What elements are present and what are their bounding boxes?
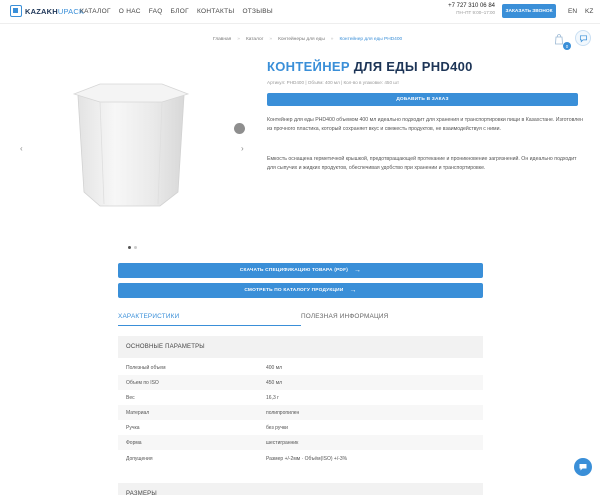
spec-row: Объем по ISO 450 мл <box>118 375 483 390</box>
breadcrumb-catalog[interactable]: Каталог <box>246 37 263 42</box>
spec-key: Объем по ISO <box>126 379 159 386</box>
download-spec-label: СКАЧАТЬ СПЕЦИФИКАЦИЮ ТОВАРА (PDF) <box>239 268 349 273</box>
chat-bubble-icon <box>579 34 587 43</box>
spec-row: Ручка без ручки <box>118 420 483 435</box>
spec-row: Материал полипропилен <box>118 405 483 420</box>
work-hours: ПН–ПТ 9:00–17:00 <box>456 10 495 15</box>
breadcrumb-separator: » <box>330 37 334 42</box>
nav-item-faq[interactable]: FAQ <box>149 8 163 15</box>
tab-characteristics[interactable]: ХАРАКТЕРИСТИКИ <box>118 313 179 320</box>
spec-value: полипропилен <box>266 409 300 416</box>
product-description-1: Контейнер для еды PHD400 объемом 400 мл … <box>267 117 584 132</box>
spec-row: Вес 16,3 г <box>118 390 483 405</box>
chat-icon[interactable] <box>575 30 591 46</box>
breadcrumb-current: Контейнер для еды PHD400 <box>339 37 403 42</box>
spec-value: Размер +/-2мм · Объём(ISO) +/-3% <box>266 455 348 462</box>
breadcrumb-category[interactable]: Контейнеры для еды <box>278 37 325 42</box>
breadcrumb: Главная » Каталог » Контейнеры для еды »… <box>213 37 402 42</box>
product-title-accent: КОНТЕЙНЕР <box>267 59 350 74</box>
tab-useful-info[interactable]: ПОЛЕЗНАЯ ИНФОРМАЦИЯ <box>301 313 389 320</box>
spec-key: Ручка <box>126 424 140 431</box>
spec-row: Полезный объем 400 мл <box>118 360 483 375</box>
spec-value: 16,3 г <box>266 394 279 401</box>
spec-value: без ручки <box>266 424 288 431</box>
phone-link[interactable]: +7 727 310 06 84 <box>447 3 495 9</box>
gallery-next-arrow[interactable]: › <box>241 144 244 153</box>
breadcrumb-home[interactable]: Главная <box>213 37 231 42</box>
logo[interactable]: KAZAKHUPACK <box>10 5 84 17</box>
spec-key: Допущения <box>126 455 153 462</box>
spec-section-main: ОСНОВНЫЕ ПАРАМЕТРЫ <box>118 336 483 358</box>
product-description-2: Емкость оснащена герметичной крышкой, пр… <box>267 156 577 171</box>
product-title: КОНТЕЙНЕР ДЛЯ ЕДЫ PHD400 <box>267 59 473 74</box>
active-tab-indicator <box>118 325 301 326</box>
spec-row: Допущения Размер +/-2мм · Объём(ISO) +/-… <box>118 451 483 466</box>
header-contacts: +7 727 310 06 84 ПН–ПТ 9:00–17:00 <box>447 3 495 15</box>
spec-value: 450 мл <box>266 379 283 386</box>
floating-chat-button[interactable] <box>574 458 592 476</box>
breadcrumb-separator: » <box>269 37 273 42</box>
nav-item-about[interactable]: О НАС <box>119 8 141 15</box>
chat-bubble-icon <box>579 464 587 471</box>
language-switcher: EN KZ <box>568 8 593 15</box>
spec-key: Вес <box>126 394 135 401</box>
product-tabs: ХАРАКТЕРИСТИКИ ПОЛЕЗНАЯ ИНФОРМАЦИЯ <box>118 309 483 327</box>
nav-item-contacts[interactable]: КОНТАКТЫ <box>197 8 234 15</box>
view-catalog-label: СМОТРЕТЬ ПО КАТАЛОГУ ПРОДУКЦИИ <box>244 288 344 293</box>
gallery-dot[interactable] <box>128 246 131 249</box>
lang-kz[interactable]: KZ <box>585 8 593 15</box>
breadcrumb-separator: » <box>237 37 240 42</box>
spec-key: Форма <box>126 439 142 446</box>
product-image <box>72 83 190 207</box>
call-request-button[interactable]: ЗАКАЗАТЬ ЗВОНОК <box>502 4 556 18</box>
arrow-right-icon: → <box>349 287 357 294</box>
nav-item-reviews[interactable]: ОТЗЫВЫ <box>242 8 273 15</box>
spec-section-dimensions: РАЗМЕРЫ <box>118 483 483 495</box>
product-meta: Артикул: PHD400 | Объём: 400 мл | Кол-во… <box>267 80 400 85</box>
lang-en[interactable]: EN <box>568 8 577 15</box>
gallery-dot[interactable] <box>134 246 137 249</box>
download-spec-button[interactable]: СКАЧАТЬ СПЕЦИФИКАЦИЮ ТОВАРА (PDF) → <box>118 263 483 278</box>
logo-main: KAZAKH <box>25 6 58 16</box>
main-nav: КАТАЛОГ О НАС FAQ БЛОГ КОНТАКТЫ ОТЗЫВЫ <box>80 8 273 15</box>
spec-value: шестигранник <box>266 439 299 446</box>
spec-key: Материал <box>126 409 150 416</box>
spec-key: Полезный объем <box>126 364 166 371</box>
view-catalog-button[interactable]: СМОТРЕТЬ ПО КАТАЛОГУ ПРОДУКЦИИ → <box>118 283 483 298</box>
spec-value: 400 мл <box>266 364 283 371</box>
arrow-right-icon: → <box>354 267 362 274</box>
spec-row: Форма шестигранник <box>118 435 483 450</box>
site-header: KAZAKHUPACK КАТАЛОГ О НАС FAQ БЛОГ КОНТА… <box>0 0 600 24</box>
nav-item-catalog[interactable]: КАТАЛОГ <box>80 8 111 15</box>
gallery-pagination <box>128 246 137 249</box>
add-to-order-button[interactable]: ДОБАВИТЬ В ЗАКАЗ <box>267 93 578 106</box>
nav-item-blog[interactable]: БЛОГ <box>171 8 189 15</box>
logo-icon <box>10 5 22 17</box>
gallery-prev-arrow[interactable]: ‹ <box>20 144 23 153</box>
product-title-rest: ДЛЯ ЕДЫ PHD400 <box>353 59 473 74</box>
zoom-indicator[interactable] <box>234 123 245 134</box>
cart-count-badge: 0 <box>563 42 571 50</box>
